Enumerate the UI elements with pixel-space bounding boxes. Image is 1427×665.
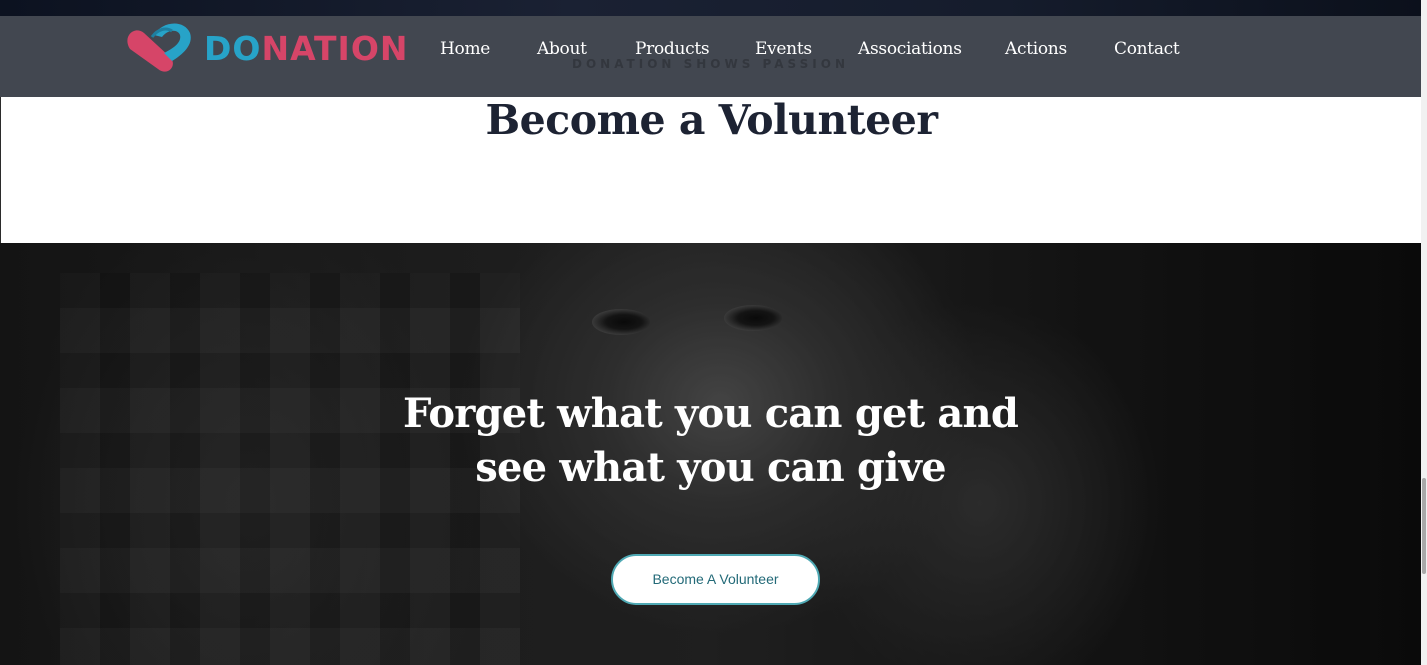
hero-heading-line-2: see what you can give [475, 444, 946, 491]
logo-wordmark: DONATION [204, 29, 409, 69]
page-scrollbar[interactable] [1421, 0, 1427, 665]
nav-item-home[interactable]: Home [440, 36, 490, 62]
section-title: Become a Volunteer [485, 96, 938, 144]
hero-heading: Forget what you can get and see what you… [0, 387, 1421, 495]
nav-item-events[interactable]: Events [755, 36, 812, 62]
nav-item-associations[interactable]: Associations [858, 36, 962, 62]
nav-item-products[interactable]: Products [635, 36, 710, 62]
logo-wordmark-do: DO [204, 29, 262, 68]
become-volunteer-button[interactable]: Become A Volunteer [611, 554, 820, 605]
scrollbar-thumb[interactable] [1422, 478, 1426, 574]
logo-link[interactable]: DONATION [124, 19, 408, 77]
nav-item-actions[interactable]: Actions [1005, 36, 1067, 62]
page: DONATION Home About Products Events Asso… [0, 0, 1427, 665]
volunteer-title-section: Become a Volunteer [0, 97, 1421, 243]
logo-wordmark-nation: NATION [261, 29, 409, 68]
hero-section: Forget what you can get and see what you… [0, 243, 1421, 665]
nav-item-about[interactable]: About [537, 36, 587, 62]
hero-heading-line-1: Forget what you can get and [402, 390, 1019, 437]
top-dark-strip [0, 0, 1427, 16]
navbar: DONATION Home About Products Events Asso… [0, 16, 1421, 97]
heart-logo-icon [127, 23, 191, 72]
nav-item-contact[interactable]: Contact [1114, 36, 1180, 62]
